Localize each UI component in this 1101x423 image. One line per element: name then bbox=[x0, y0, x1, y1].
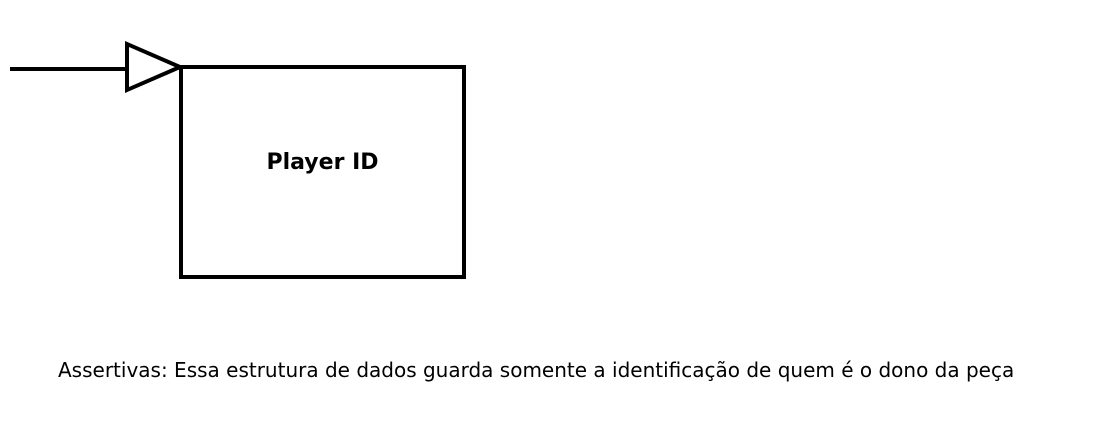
player-id-label: Player ID bbox=[266, 150, 379, 175]
assertion-caption: Assertivas: Essa estrutura de dados guar… bbox=[58, 358, 1015, 382]
incoming-arrow-head bbox=[125, 40, 186, 94]
